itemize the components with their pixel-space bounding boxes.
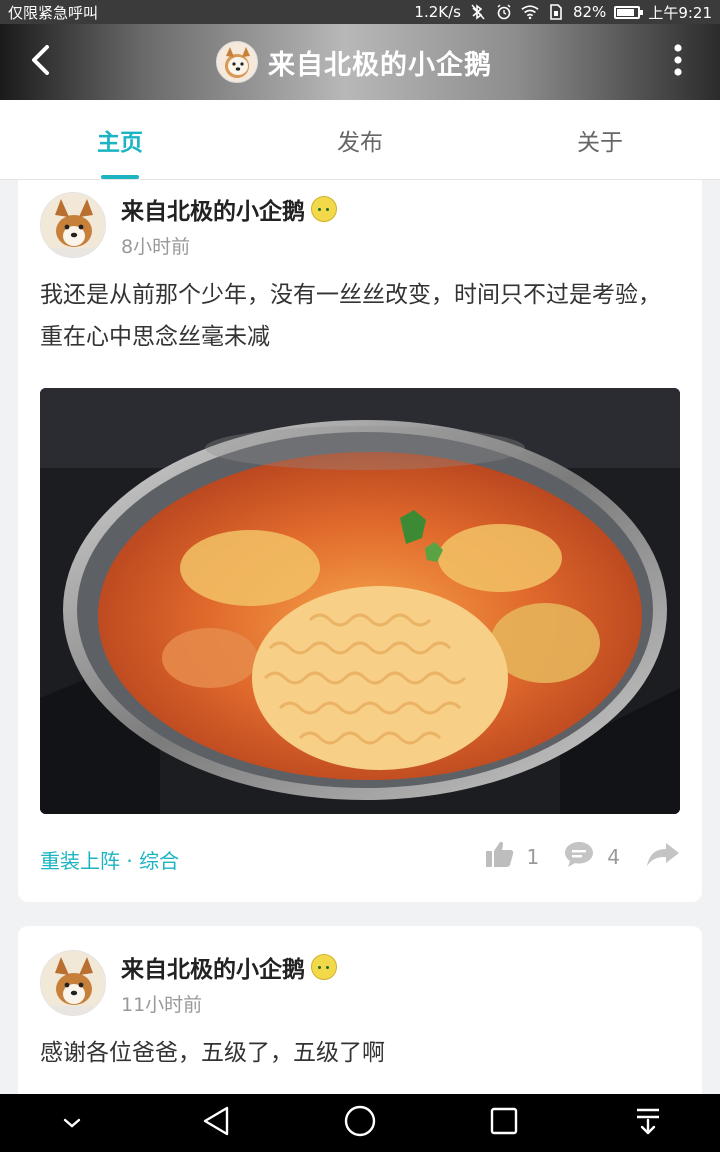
tab-publish-label: 发布 xyxy=(337,129,383,156)
sim-icon xyxy=(547,4,565,20)
comment-button[interactable]: 4 xyxy=(563,840,620,873)
system-nav-bar xyxy=(0,1094,720,1152)
nav-recents-icon xyxy=(489,1106,519,1140)
nav-back-icon xyxy=(201,1105,231,1141)
post-time: 8小时前 xyxy=(121,236,191,258)
ramen-pot-image xyxy=(40,388,680,814)
nav-home-icon xyxy=(343,1104,377,1142)
clock: 上午9:21 xyxy=(648,3,712,22)
post-tags[interactable]: 重装上阵 · 综合 xyxy=(40,845,179,874)
tab-about-label: 关于 xyxy=(577,129,623,156)
back-arrow-icon xyxy=(29,44,51,80)
level-badge-icon xyxy=(311,954,337,980)
post-tags-text: 重装上阵 · 综合 xyxy=(40,849,180,873)
page-title: 来自北极的小企鹅 xyxy=(268,49,492,81)
app-bar: 来自北极的小企鹅 xyxy=(0,24,720,100)
comment-bubble-icon xyxy=(563,840,595,873)
tab-publish[interactable]: 发布 xyxy=(240,100,480,179)
post-card[interactable]: 来自北极的小企鹅 11小时前 感谢各位爸爸，五级了，五级了啊 xyxy=(18,926,702,1101)
wifi-icon xyxy=(521,4,539,20)
author-name-text: 来自北极的小企鹅 xyxy=(121,199,305,225)
alarm-icon xyxy=(495,4,513,20)
nav-collapse-icon xyxy=(62,1114,82,1133)
nav-notification-button[interactable] xyxy=(620,1103,676,1143)
share-arrow-icon xyxy=(646,841,680,872)
back-button[interactable] xyxy=(22,44,58,80)
status-right-group: 1.2K/s 82% 上午9:21 xyxy=(414,2,712,23)
like-button[interactable]: 1 xyxy=(485,840,540,873)
profile-title: 来自北极的小企鹅 xyxy=(216,40,492,84)
author-avatar[interactable] xyxy=(40,192,106,258)
tab-home-label: 主页 xyxy=(97,129,143,156)
status-bar: 仅限紧急呼叫 1.2K/s 82% 上午9:21 xyxy=(0,0,720,24)
tab-bar: 主页 发布 关于 xyxy=(0,100,720,180)
author-name[interactable]: 来自北极的小企鹅 xyxy=(121,950,337,984)
bluetooth-off-icon xyxy=(469,4,487,20)
nav-back-button[interactable] xyxy=(188,1103,244,1143)
author-avatar[interactable] xyxy=(40,950,106,1016)
author-name[interactable]: 来自北极的小企鹅 xyxy=(121,192,337,226)
more-menu-button[interactable] xyxy=(666,44,690,80)
level-badge-icon xyxy=(311,196,337,222)
post-text: 感谢各位爸爸，五级了，五级了啊 xyxy=(40,1040,385,1066)
nav-recents-button[interactable] xyxy=(476,1103,532,1143)
comment-count: 4 xyxy=(607,844,620,869)
post-actions: 1 4 xyxy=(485,840,680,873)
nav-home-button[interactable] xyxy=(332,1103,388,1143)
status-carrier-text: 仅限紧急呼叫 xyxy=(8,3,99,22)
nav-notification-icon xyxy=(635,1106,661,1140)
post-time: 11小时前 xyxy=(121,994,203,1016)
title-avatar[interactable] xyxy=(216,41,258,83)
nav-collapse-button[interactable] xyxy=(44,1103,100,1143)
tab-home[interactable]: 主页 xyxy=(0,100,240,179)
network-speed: 1.2K/s xyxy=(414,3,461,21)
battery-icon xyxy=(614,5,644,19)
more-vertical-icon xyxy=(673,43,683,81)
thumbs-up-icon xyxy=(485,840,515,873)
like-count: 1 xyxy=(526,844,540,869)
author-name-text: 来自北极的小企鹅 xyxy=(121,957,305,983)
post-text: 我还是从前那个少年，没有一丝丝改变，时间只不过是考验，重在心中思念丝毫未减 xyxy=(40,282,661,350)
share-button[interactable] xyxy=(646,841,680,872)
battery-fill xyxy=(617,8,634,16)
battery-percent: 82% xyxy=(572,3,607,21)
tab-about[interactable]: 关于 xyxy=(480,100,720,179)
post-image[interactable] xyxy=(40,388,680,814)
post-card[interactable]: 来自北极的小企鹅 8小时前 我还是从前那个少年，没有一丝丝改变，时间只不过是考验… xyxy=(18,180,702,902)
